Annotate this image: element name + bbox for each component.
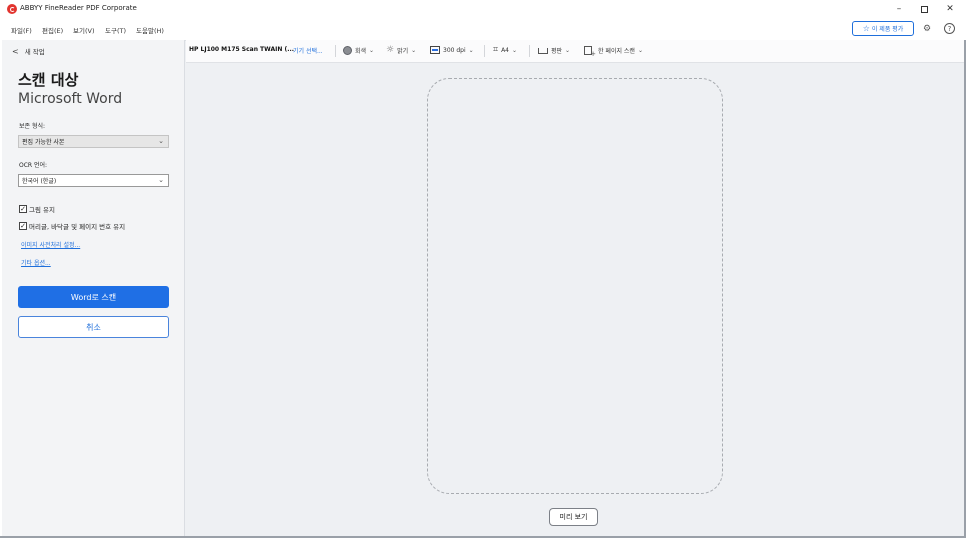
new-task-back-link[interactable]: < 새 작업 [12, 46, 45, 57]
menu-view[interactable]: 보기(V) [73, 25, 94, 35]
app-logo-icon [7, 4, 17, 14]
chevron-down-icon: ⌄ [565, 47, 571, 54]
chevron-down-icon: ⌄ [158, 137, 164, 145]
keep-pictures-label: 그림 유지 [29, 206, 55, 214]
preview-button[interactable]: 미리 보기 [549, 508, 598, 526]
source-label: 평판 [551, 48, 563, 55]
minimize-button[interactable]: – [888, 2, 910, 16]
chevron-left-icon: < [12, 46, 19, 56]
scan-toolbar: HP LJ100 M175 Scan TWAIN (... 기기 선택... 회… [186, 40, 964, 63]
title-bar: ABBYY FineReader PDF Corporate – ✕ [0, 0, 966, 18]
scan-page-placeholder [427, 78, 723, 494]
checkbox-checked-icon: ✓ [19, 221, 27, 230]
brightness-label: 밝기 [397, 48, 409, 55]
resolution-label: 300 dpi [443, 46, 466, 54]
select-device-link[interactable]: 기기 선택... [293, 46, 323, 55]
chevron-down-icon: ⌄ [158, 176, 164, 184]
source-dropdown[interactable]: 평판 ⌄ [538, 46, 570, 55]
menu-help[interactable]: 도움말(H) [136, 25, 164, 35]
brightness-dropdown[interactable]: ☼ 밝기 ⌄ [386, 45, 417, 56]
menu-file[interactable]: 파일(F) [11, 25, 32, 35]
device-name: HP LJ100 M175 Scan TWAIN (... [189, 46, 294, 53]
toolbar-divider [529, 45, 530, 57]
ocr-language-label: OCR 언어: [19, 162, 48, 169]
resolution-dropdown[interactable]: 300 dpi ⌄ [430, 46, 474, 54]
new-task-label: 새 작업 [24, 48, 45, 56]
help-icon[interactable]: ? [944, 23, 955, 34]
menu-bar: 파일(F) 편집(E) 보기(V) 도구(T) 도움말(H) [0, 18, 966, 38]
keep-headers-checkbox[interactable]: ✓ 머리글, 바닥글 및 페이지 번호 유지 [19, 221, 125, 231]
flatbed-icon [538, 47, 548, 54]
keep-pictures-checkbox[interactable]: ✓ 그림 유지 [19, 204, 55, 214]
chevron-down-icon: ⌄ [468, 46, 474, 54]
ocr-language-select[interactable]: 한국어 (한글) ⌄ [18, 174, 169, 187]
toolbar-divider [484, 45, 485, 57]
brightness-icon: ☼ [386, 45, 395, 55]
left-panel: < 새 작업 스캔 대상 Microsoft Word 보존 형식: 편집 가능… [2, 40, 185, 537]
paper-size-dropdown[interactable]: ⌗ A4 ⌄ [493, 46, 517, 55]
page-add-icon [584, 46, 596, 58]
device-label: HP LJ100 M175 Scan TWAIN (... [189, 46, 295, 53]
save-format-label: 보존 형식: [19, 123, 46, 130]
keep-headers-label: 머리글, 바닥글 및 페이지 번호 유지 [29, 223, 126, 231]
image-preprocess-link[interactable]: 이미지 사전처리 설정... [21, 240, 80, 249]
chevron-down-icon: ⌄ [512, 47, 518, 54]
color-mode-icon [343, 46, 352, 55]
maximize-button[interactable] [913, 2, 935, 16]
panel-title: 스캔 대상 [18, 71, 79, 89]
close-button[interactable]: ✕ [939, 2, 961, 16]
color-mode-label: 회색 [355, 48, 367, 55]
save-format-value: 편집 가능한 사본 [22, 139, 65, 146]
chevron-down-icon: ⌄ [369, 47, 375, 54]
ocr-language-value: 한국어 (한글) [22, 178, 57, 185]
menu-tools[interactable]: 도구(T) [105, 25, 126, 35]
scan-to-word-button[interactable]: Word로 스캔 [18, 286, 169, 308]
toolbar-divider [335, 45, 336, 57]
save-format-select[interactable]: 편집 가능한 사본 ⌄ [18, 135, 169, 148]
star-icon: ☆ [862, 23, 870, 33]
cancel-button[interactable]: 취소 [18, 316, 169, 338]
gear-icon[interactable]: ⚙ [921, 23, 933, 35]
menu-edit[interactable]: 편집(E) [42, 25, 63, 35]
rate-product-label: 이 제품 평가 [871, 26, 904, 33]
paper-size-label: A4 [501, 47, 509, 54]
panel-subtitle: Microsoft Word [18, 91, 123, 107]
chevron-down-icon: ⌄ [411, 47, 417, 54]
checkbox-checked-icon: ✓ [19, 204, 27, 213]
select-device-label: 기기 선택... [293, 48, 323, 55]
color-mode-dropdown[interactable]: 회색 ⌄ [343, 46, 374, 55]
more-options-link[interactable]: 기타 옵션... [21, 258, 51, 267]
rate-product-button[interactable]: ☆ 이 제품 평가 [852, 21, 914, 36]
crop-icon: ⌗ [493, 45, 499, 55]
chevron-down-icon: ⌄ [637, 47, 643, 54]
window-title: ABBYY FineReader PDF Corporate [20, 4, 137, 12]
maximize-icon [920, 5, 928, 13]
resolution-icon [430, 46, 440, 54]
page-mode-label: 한 페이지 스캔 [598, 48, 635, 55]
page-mode-dropdown[interactable]: 한 페이지 스캔 ⌄ [584, 46, 643, 58]
